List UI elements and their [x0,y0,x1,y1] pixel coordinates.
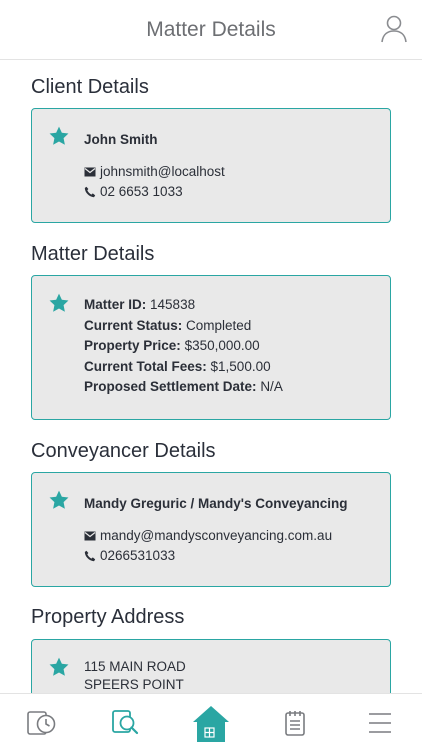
matter-value: $1,500.00 [210,358,271,374]
star-icon[interactable] [48,489,70,511]
phone-icon [84,187,96,198]
section-title-matter: Matter Details [31,243,155,265]
envelope-icon [84,531,96,541]
matter-row-fees: Current Total Fees: $1,500.00 [84,357,380,378]
matter-label: Matter ID: [84,297,147,312]
client-name: John Smith [84,132,158,147]
tab-menu[interactable] [338,694,422,750]
matter-value: 145838 [150,297,196,312]
matter-value: N/A [260,379,283,394]
star-icon[interactable] [48,125,70,147]
scroll-content[interactable]: Client Details John Smith johnsmith@loca… [0,61,422,693]
home-icon [193,705,229,742]
user-icon[interactable] [380,14,408,44]
matter-value: $350,000.00 [184,338,260,353]
star-icon[interactable] [48,292,70,314]
page-title: Matter Details [146,18,276,41]
client-email-row[interactable]: johnsmith@localhost [84,162,380,183]
tab-home[interactable] [169,694,253,750]
conveyancer-card: Mandy Greguric / Mandy's Conveyancing ma… [31,472,391,587]
conveyancer-email-row[interactable]: mandy@mandysconveyancing.com.au [84,526,380,547]
star-icon[interactable] [48,656,70,678]
matter-card: Matter ID: 145838 Current Status: Comple… [31,275,391,420]
tab-history[interactable] [0,694,84,750]
envelope-icon [84,167,96,177]
app-header: Matter Details [0,0,422,60]
conveyancer-phone-row[interactable]: 0266531033 [84,546,380,567]
menu-icon [369,712,391,733]
section-title-conveyancer: Conveyancer Details [31,440,216,462]
conveyancer-email[interactable]: mandy@mandysconveyancing.com.au [100,528,332,543]
history-icon [27,710,56,735]
client-email[interactable]: johnsmith@localhost [100,164,225,179]
phone-icon [84,551,96,562]
property-address-line2: SPEERS POINT [84,677,184,692]
matter-label: Proposed Settlement Date: [84,379,257,394]
section-title-client: Client Details [31,76,149,98]
matter-label: Current Status: [84,317,183,333]
property-address-line1: 115 MAIN ROAD [84,659,186,674]
matter-row-price: Property Price: $350,000.00 [84,336,380,357]
tab-notes[interactable] [253,694,337,750]
matter-value: Completed [186,317,252,333]
matter-row-status: Current Status: Completed [84,316,380,337]
tab-documents[interactable] [84,694,168,750]
client-phone[interactable]: 02 6653 1033 [100,184,183,199]
client-phone-row[interactable]: 02 6653 1033 [84,182,380,203]
matter-row-settlement: Proposed Settlement Date: N/A [84,377,380,398]
matter-label: Current Total Fees: [84,358,207,374]
conveyancer-name: Mandy Greguric / Mandy's Conveyancing [84,496,348,511]
bottom-tab-bar [0,693,422,750]
property-card: 115 MAIN ROAD SPEERS POINT [31,639,391,693]
client-card: John Smith johnsmith@localhost 02 6653 1… [31,108,391,223]
matter-row-id: Matter ID: 145838 [84,295,380,316]
section-title-property: Property Address [31,606,185,628]
document-search-icon [112,709,139,734]
matter-label: Property Price: [84,338,181,353]
conveyancer-phone[interactable]: 0266531033 [100,548,175,563]
notepad-icon [285,710,305,736]
